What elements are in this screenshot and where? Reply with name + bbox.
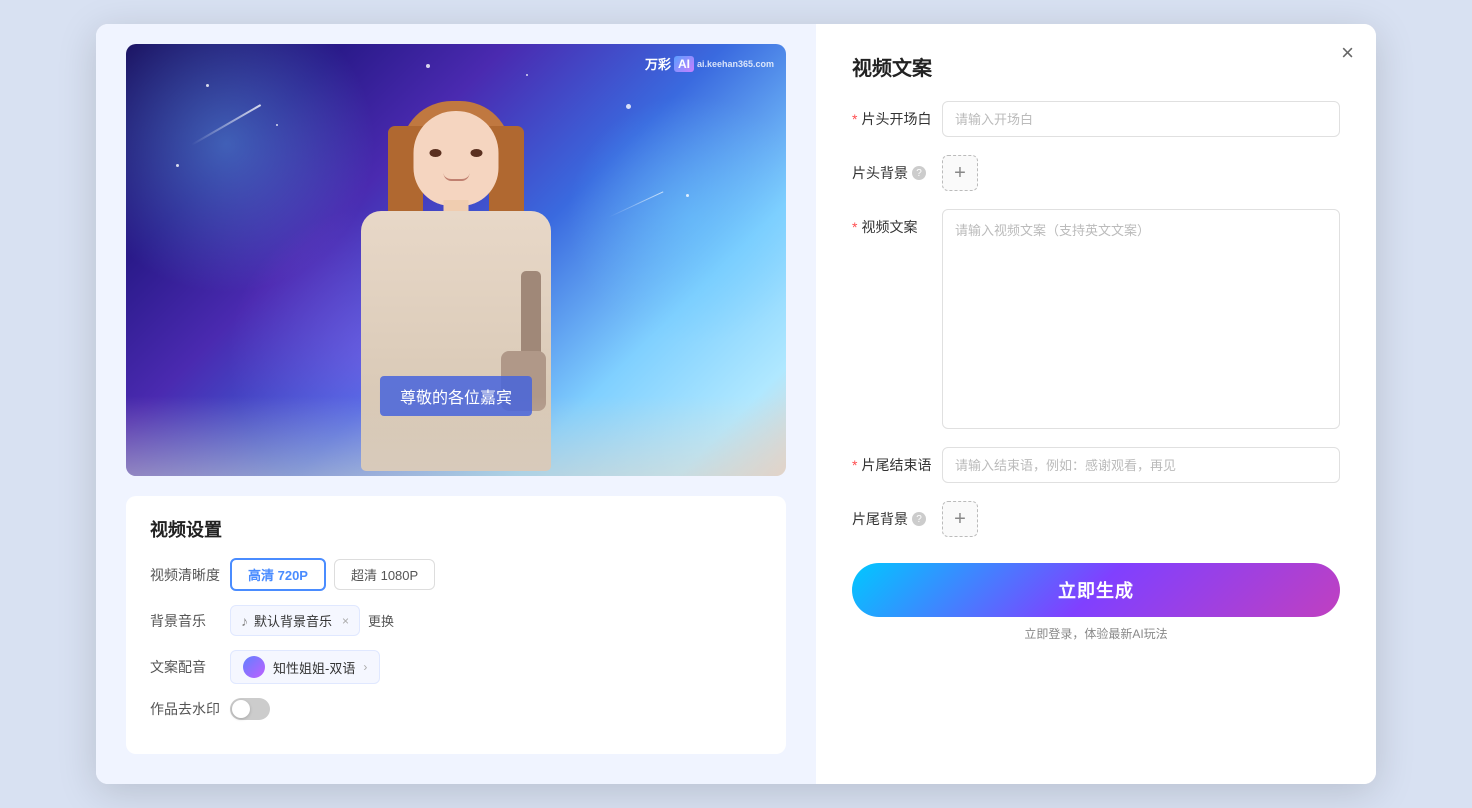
tail-bg-add-btn[interactable]: +: [942, 501, 978, 537]
left-panel: 万彩 AI ai.keehan365.com: [96, 24, 816, 784]
star-3: [426, 64, 430, 68]
tail-bg-help-icon[interactable]: ?: [912, 512, 926, 526]
eye-left: [430, 149, 442, 157]
copy-textarea[interactable]: [942, 209, 1340, 429]
eye-right: [471, 149, 483, 157]
watermark-row: 作品去水印: [150, 698, 762, 720]
watermark-toggle-label: 作品去水印: [150, 699, 230, 719]
close-button[interactable]: ×: [1341, 42, 1354, 64]
music-remove-btn[interactable]: ×: [342, 614, 349, 628]
modal: 万彩 AI ai.keehan365.com: [96, 24, 1376, 784]
settings-section: 视频设置 视频清晰度 高清 720P 超清 1080P 背景音乐 ♪ 默认背景音…: [126, 496, 786, 754]
toggle-knob: [232, 700, 250, 718]
ending-required: *: [852, 457, 857, 473]
music-tag: ♪ 默认背景音乐 ×: [230, 605, 360, 636]
opening-label-text: 片头开场白: [861, 109, 931, 129]
watermark-text: 万彩: [645, 54, 671, 73]
music-icon: ♪: [241, 613, 248, 629]
panel-title: 视频文案: [852, 52, 1340, 81]
header-bg-label-text: 片头背景: [852, 163, 908, 183]
ending-label: * 片尾结束语: [852, 447, 942, 475]
star-8: [526, 74, 528, 76]
tail-bg-label: 片尾背景 ?: [852, 501, 942, 529]
quality-label: 视频清晰度: [150, 565, 230, 585]
voice-name: 知性姐姐-双语: [273, 658, 355, 677]
quality-720p[interactable]: 高清 720P: [230, 558, 326, 591]
music-row: 背景音乐 ♪ 默认背景音乐 × 更换: [150, 605, 762, 636]
voice-select-btn[interactable]: 知性姐姐-双语 ›: [230, 650, 380, 684]
opening-row: * 片头开场白: [852, 101, 1340, 137]
ending-label-text: 片尾结束语: [861, 455, 931, 475]
watermark: 万彩 AI ai.keehan365.com: [645, 54, 774, 73]
voice-avatar: [243, 656, 265, 678]
modal-overlay: 万彩 AI ai.keehan365.com: [0, 0, 1472, 808]
watermark-toggle[interactable]: [230, 698, 270, 720]
login-hint: 立即登录，体验最新AI玩法: [852, 625, 1340, 642]
cosmic-light-2: [566, 94, 786, 344]
star-4: [176, 164, 179, 167]
header-bg-add-btn[interactable]: +: [942, 155, 978, 191]
star-1: [206, 84, 209, 87]
quality-1080p[interactable]: 超清 1080P: [334, 559, 435, 590]
star-7: [686, 194, 689, 197]
watermark-sub: ai.keehan365.com: [697, 59, 774, 69]
video-preview: 万彩 AI ai.keehan365.com: [126, 44, 786, 476]
watermark-ai: AI: [674, 56, 694, 72]
ending-input[interactable]: [942, 447, 1340, 483]
tail-bg-row: 片尾背景 ? +: [852, 501, 1340, 537]
star-6: [626, 104, 631, 109]
opening-required: *: [852, 111, 857, 127]
star-2: [276, 124, 278, 126]
copy-required: *: [852, 219, 857, 235]
quality-row: 视频清晰度 高清 720P 超清 1080P: [150, 558, 762, 591]
login-hint-text: 立即登录，体验最新AI玩法: [1024, 627, 1167, 641]
opening-label: * 片头开场白: [852, 101, 942, 129]
voice-row: 文案配音 知性姐姐-双语 ›: [150, 650, 762, 684]
settings-title: 视频设置: [150, 516, 762, 542]
header-bg-row: 片头背景 ? +: [852, 155, 1340, 191]
mouth: [443, 173, 469, 181]
voice-arrow-icon: ›: [363, 660, 367, 674]
music-change-btn[interactable]: 更换: [368, 611, 394, 630]
header-bg-help-icon[interactable]: ?: [912, 166, 926, 180]
generate-button[interactable]: 立即生成: [852, 563, 1340, 617]
music-label: 背景音乐: [150, 611, 230, 631]
subtitle-bar: 尊敬的各位嘉宾: [380, 376, 532, 416]
right-panel: × 视频文案 * 片头开场白 片头背景 ? +: [816, 24, 1376, 784]
opening-input[interactable]: [942, 101, 1340, 137]
copy-row: * 视频文案: [852, 209, 1340, 429]
header-bg-label: 片头背景 ?: [852, 155, 942, 183]
face: [414, 111, 499, 206]
ending-row: * 片尾结束语: [852, 447, 1340, 483]
music-name: 默认背景音乐: [254, 611, 332, 630]
subtitle-text: 尊敬的各位嘉宾: [400, 390, 512, 407]
tail-bg-label-text: 片尾背景: [852, 509, 908, 529]
copy-label-text: 视频文案: [861, 217, 917, 237]
copy-label: * 视频文案: [852, 209, 942, 237]
voice-label: 文案配音: [150, 657, 230, 677]
